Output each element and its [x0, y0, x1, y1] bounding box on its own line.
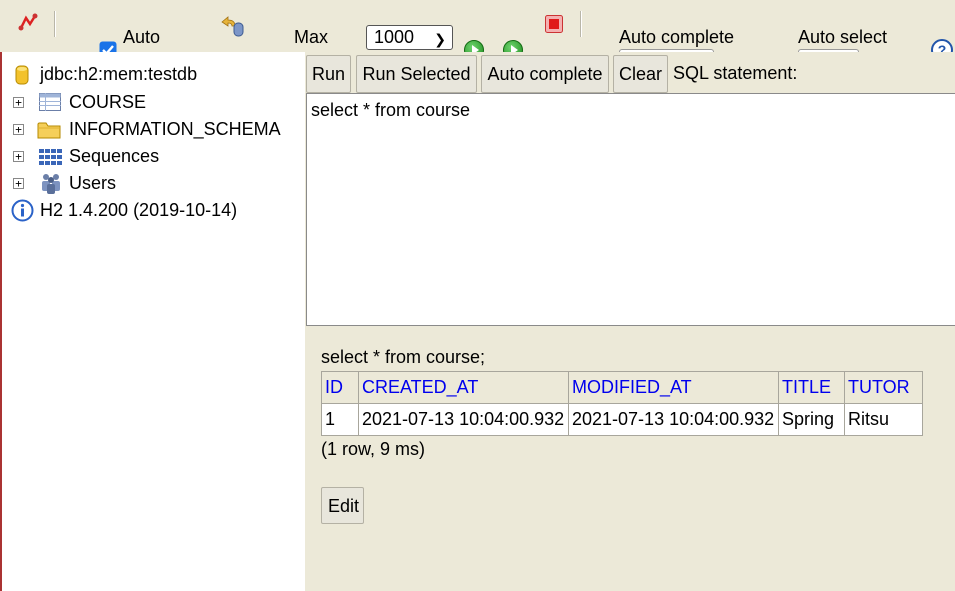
info-icon	[11, 199, 34, 227]
column-header-tutor[interactable]: TUTOR	[844, 371, 923, 404]
auto-select-option-label: Auto select	[798, 27, 888, 47]
run-icon[interactable]	[464, 40, 484, 52]
max-rows-label: Max	[294, 27, 329, 47]
column-header-created-at[interactable]: CREATED_AT	[358, 371, 569, 404]
database-icon	[15, 64, 29, 91]
table-cell: 2021-07-13 10:04:00.932	[568, 403, 779, 436]
tree-item-label: Sequences	[69, 146, 160, 166]
result-table: ID CREATED_AT MODIFIED_AT TITLE TUTOR 1 …	[321, 371, 923, 436]
rollback-icon[interactable]	[219, 15, 245, 42]
disconnect-icon[interactable]	[17, 12, 39, 39]
table-icon	[39, 93, 61, 116]
tree-item-label: INFORMATION_SCHEMA	[69, 119, 281, 139]
expand-icon[interactable]: +	[13, 124, 24, 135]
max-rows-value: 1000	[374, 27, 415, 47]
toolbar-separator	[54, 11, 56, 37]
connection-label: jdbc:h2:mem:testdb	[40, 64, 198, 84]
sql-statement-label: SQL statement:	[673, 63, 798, 83]
table-cell: Ritsu	[844, 403, 923, 436]
folder-icon	[37, 120, 61, 145]
sequences-icon	[39, 148, 63, 171]
column-header-id[interactable]: ID	[321, 371, 359, 404]
expand-icon[interactable]: +	[13, 97, 24, 108]
expand-icon[interactable]: +	[13, 178, 24, 189]
auto-complete-select[interactable]	[619, 49, 714, 52]
column-header-modified-at[interactable]: MODIFIED_AT	[568, 371, 779, 404]
edit-button[interactable]: Edit	[321, 487, 364, 524]
expand-icon[interactable]: +	[13, 151, 24, 162]
run-selected-icon[interactable]	[503, 40, 523, 52]
table-cell: Spring	[778, 403, 845, 436]
help-icon[interactable]: ?	[931, 39, 953, 52]
auto-commit-checkbox[interactable]	[99, 41, 117, 52]
clear-button[interactable]: Clear	[613, 55, 668, 93]
table-row: 1 2021-07-13 10:04:00.932 2021-07-13 10:…	[321, 403, 923, 436]
version-label: H2 1.4.200 (2019-10-14)	[40, 200, 238, 220]
table-cell: 1	[321, 403, 359, 436]
run-selected-button[interactable]: Run Selected	[356, 55, 477, 93]
users-icon	[39, 172, 63, 199]
tree-item-label: Users	[69, 173, 117, 193]
auto-commit-label: Auto	[123, 27, 161, 47]
tree-item-label: COURSE	[69, 92, 147, 112]
table-header-row: ID CREATED_AT MODIFIED_AT TITLE TUTOR	[321, 371, 923, 404]
table-cell: 2021-07-13 10:04:00.932	[358, 403, 569, 436]
result-summary: (1 row, 9 ms)	[321, 439, 426, 459]
database-tree: jdbc:h2:mem:testdb + COURSE + INFORMATIO…	[0, 52, 305, 591]
result-query-echo: select * from course;	[321, 347, 486, 367]
auto-select-select[interactable]	[798, 49, 859, 52]
auto-complete-button[interactable]: Auto complete	[481, 55, 609, 93]
toolbar-separator	[580, 11, 582, 37]
run-button[interactable]: Run	[306, 55, 351, 93]
chevron-down-icon: ❯	[434, 31, 446, 47]
sql-input[interactable]: select * from course	[306, 93, 955, 326]
column-header-title[interactable]: TITLE	[778, 371, 845, 404]
auto-complete-option-label: Auto complete	[619, 27, 735, 47]
toolbar: Auto Max 1000 ❯ Auto complete Auto selec…	[0, 0, 955, 52]
stop-icon[interactable]	[545, 15, 563, 38]
svg-text:?: ?	[938, 42, 947, 52]
max-rows-select[interactable]: 1000 ❯	[366, 25, 453, 50]
